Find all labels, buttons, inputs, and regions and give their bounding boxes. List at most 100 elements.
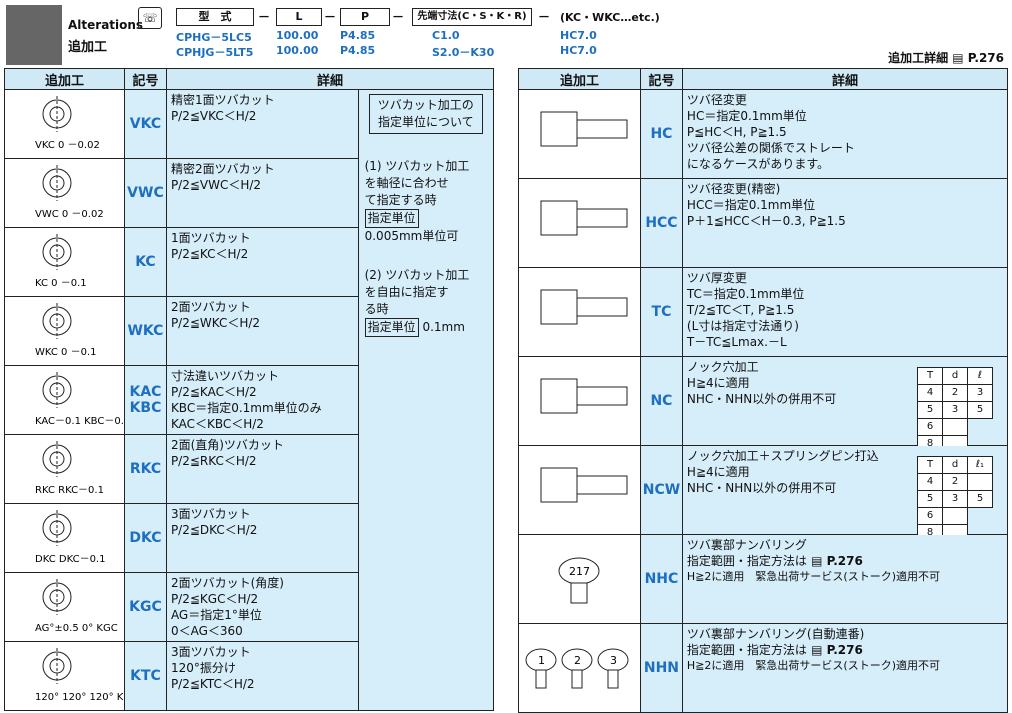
table-row: VKC 0 －0.02 VKC 精密1面ツバカット P/2≦VKC＜H/2 ツバカット加… [4,89,495,711]
code-box-p: P [340,8,390,26]
detail-cell: ツバ裏部ナンバリング指定範囲・指定方法は ▤ P.276 H≧2に適用 緊急出荷サ… [681,534,1009,624]
diagram-cell: AG°±0.5 0° KGC [4,572,125,642]
symbol-cell: KAC KBC [123,365,167,435]
symbol-cell: KC [123,227,167,297]
detail-line: 指定範囲・指定方法は ▤ P.276 [686,643,863,657]
detail-cell: 2面(直角)ツバカット P/2≦RKC＜H/2 [165,434,359,504]
diagram-cell [518,356,641,446]
unit-note: ツバカット加工の 指定単位について (1) ツバカット加工 を軸径に合わせ て指定… [357,89,495,711]
diagram-cell [518,267,641,357]
detail-line: 寸法違いツバカット [170,369,279,383]
note-p1-unit: 指定単位 0.005mm単位可 [364,209,487,245]
shaft-diagram [540,378,628,414]
detail-cell: ツバ径変更(精密) HCC＝指定0.1mm単位 P＋1≦HCC＜H－0.3, P≧1… [681,178,1009,268]
spec-table: Td ℓ₁ 4 2 5 3 5 6 8 [917,456,993,542]
symbol-cell: VKC [123,89,167,159]
detail-line: になるケースがあります。 [686,157,830,171]
unit-value: 0.005mm単位可 [364,229,459,243]
detail-line: ツバ厚変更 [686,271,747,285]
detail-line: HCC＝指定0.1mm単位 [686,198,816,212]
detail-line: P/2≦WKC＜H/2 [170,316,261,330]
detail-line: 指定範囲・指定方法は ▤ P.276 [686,554,863,568]
unit-value: 0.1mm [418,320,465,334]
detail-cell: 2面ツバカット P/2≦WKC＜H/2 [165,296,359,366]
table-row: 217 NHC ツバ裏部ナンバリング 指定範囲・指定方法は ▤ P.276 H≧2に適用… [518,534,1009,624]
detail-cell: 1面ツバカット P/2≦KC＜H/2 [165,227,359,297]
detail-line: H≧2に適用 緊急出荷サービス(ストーク)適用不可 [686,570,940,583]
symbol-cell: WKC [123,296,167,366]
detail-cell: 寸法違いツバカット P/2≦KAC＜H/2 KBC＝指定0.1mm単位のみ KAC＜K… [165,365,359,435]
detail-line: 2面(直角)ツバカット [170,438,284,452]
diagram-cell: 120° 120° 120° KTC－0.1 [4,641,161,711]
detail-cell: 3面ツバカット P/2≦DKC＜H/2 [165,503,359,573]
code-box-type: 型 式 [176,8,254,26]
detail-line: P/2≦KAC＜H/2 [170,385,257,399]
page-ref: ▤ P.276 [806,643,863,657]
code-suffix: (KC・WKC…etc.) [560,11,660,24]
diagram-cell: VWC 0 －0.02 [4,158,125,228]
shaft-diagram [540,467,628,503]
detail-line: 3面ツバカット [170,507,251,521]
right-table: 追加工 記号 詳細 HC ツバ径変更 HC＝指定0.1mm単位 P≦HC＜H, P≧1… [518,68,1009,713]
detail-line: 精密1面ツバカット [170,93,275,107]
svg-text:3: 3 [610,654,617,667]
shaft-diagram: 120° 120° 120° KTC－0.1 [35,648,161,703]
detail-line: 120°振分け [170,661,236,675]
svg-text:DKC DKC－0.1: DKC DKC－0.1 [35,554,105,565]
symbol-cell: KGC [123,572,167,642]
svg-text:VWC 0 －0.02: VWC 0 －0.02 [35,209,104,220]
shaft-diagram: 1 2 3 [525,648,629,689]
unit-label: 指定単位 [364,209,419,228]
diagram-cell: WKC 0 －0.1 [4,296,125,366]
detail-line: P＋1≦HCC＜H－0.3, P≧1.5 [686,214,846,228]
code-box-tip: 先端寸法(C・S・K・R) [412,8,532,26]
symbol-cell: HCC [639,178,683,268]
detail-line: P/2≦RKC＜H/2 [170,454,257,468]
table-row: TC ツバ厚変更 TC＝指定0.1mm単位 T/2≦TC＜T, P≧1.5 (L寸は指定… [518,267,1009,357]
svg-text:1: 1 [538,654,545,667]
detail-line: 精密2面ツバカット [170,162,275,176]
detail-line: 2面ツバカット(角度) [170,576,284,590]
table-row: NC ノック穴加工 H≧4に適用 NHC・NHN以外の併用不可 Td ℓ 4 2 3 5 3 5 6 8 [518,356,1009,453]
svg-text:VKC 0 －0.02: VKC 0 －0.02 [35,140,100,151]
left-table: 追加工 記号 詳細 VKC 0 －0.02 VKC 精密1面ツバカット P/2≦VKC… [4,68,495,711]
svg-text:RKC RKC－0.1: RKC RKC－0.1 [35,485,104,496]
symbol-cell: NC [639,356,683,446]
detail-line: P/2≦DKC＜H/2 [170,523,258,537]
detail-line: P≦HC＜H, P≧1.5 [686,125,787,139]
symbol-cell: TC [639,267,683,357]
shaft-diagram: RKC RKC－0.1 [35,441,104,496]
diagram-cell: 217 [518,534,641,624]
detail-line: 1面ツバカット [170,231,251,245]
detail-line: KBC＝指定0.1mm単位のみ [170,401,322,415]
detail-line: 0＜AG＜360 [170,624,243,638]
note-p2: (2) ツバカット加工 を自由に指定す る時 [364,268,470,316]
detail-line: ツバ径公差の関係でストレート [686,141,855,155]
detail-line: (L寸は指定寸法通り) [686,319,799,333]
svg-text:KC 0 －0.1: KC 0 －0.1 [35,278,87,289]
detail-line: ツバ径変更 [686,93,747,107]
detail-line: ツバ裏部ナンバリング [686,538,807,552]
detail-line: AG＝指定1°単位 [170,608,262,622]
diagram-cell: KAC－0.1 KBC－0.1 [4,365,130,435]
symbol-cell: KTC [123,641,167,711]
title-en: Alterations [68,18,144,32]
svg-text:120° 120° 120° KTC－0.1: 120° 120° 120° KTC－0.1 [35,692,123,703]
detail-line: P/2≦KC＜H/2 [170,247,249,261]
detail-line: P/2≦VWC＜H/2 [170,178,262,192]
detail-line: HC＝指定0.1mm単位 [686,109,807,123]
table-row: HCC ツバ径変更(精密) HCC＝指定0.1mm単位 P＋1≦HCC＜H－0.3, … [518,178,1009,268]
shaft-diagram: DKC DKC－0.1 [35,510,105,565]
detail-line: TC＝指定0.1mm単位 [686,287,805,301]
table-row: 1 2 3 NHN ツバ裏部ナンバリング(自動連番) 指定範囲・指定方法は ▤ P.276… [518,623,1009,713]
detail-cell: 2面ツバカット(角度) P/2≦KGC＜H/2 AG＝指定1°単位 0＜AG＜360 [165,572,359,642]
shaft-diagram: 217 [558,557,600,604]
shaft-diagram: WKC 0 －0.1 [35,303,97,358]
detail-line: T－TC≦Lmax.－L [686,335,787,349]
shaft-diagram: AG°±0.5 0° KGC [35,579,118,634]
note-box: ツバカット加工の 指定単位について [368,94,483,134]
detail-line: ツバ径変更(精密) [686,182,781,196]
table-row: HC ツバ径変更 HC＝指定0.1mm単位 P≦HC＜H, P≧1.5 ツバ径公差の関係… [518,89,1009,179]
detail-line: 2面ツバカット [170,300,251,314]
shaft-diagram [540,289,628,325]
